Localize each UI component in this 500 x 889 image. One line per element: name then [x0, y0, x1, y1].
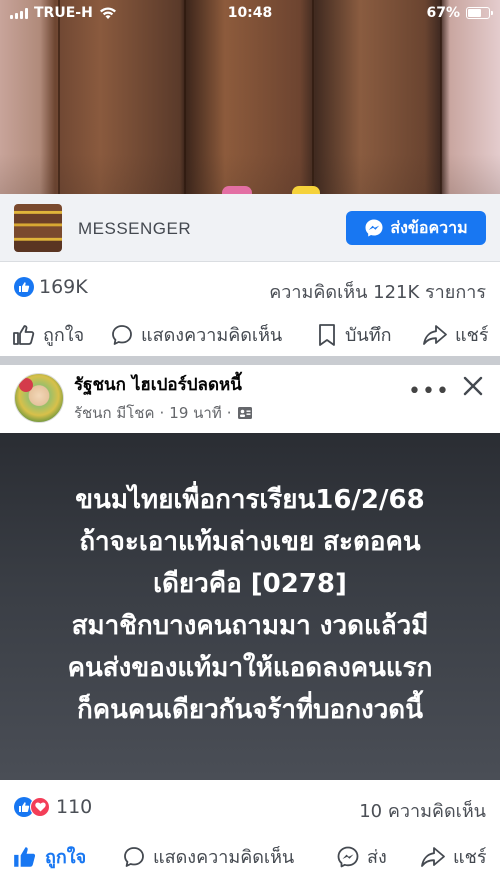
ad-thumbnail[interactable]	[14, 204, 62, 252]
post2-reaction-summary: 110 10 ความคิดเห็น	[0, 780, 500, 832]
like-reaction-icon	[14, 277, 34, 297]
post2-comment-button[interactable]: แสดงความคิดเห็น	[122, 842, 294, 871]
post1-share-button[interactable]: แชร์	[422, 320, 489, 349]
post2-text-card[interactable]: ขนมไทยเพื่อการเรียน16/2/68 ถ้าจะเอาแท้มล…	[0, 433, 500, 780]
post2-like-label: ถูกใจ	[45, 847, 87, 868]
love-reaction-icon	[30, 797, 50, 817]
status-bar: TRUE-H 10:48 67%	[0, 0, 500, 26]
post2-like-button[interactable]: ถูกใจ	[12, 842, 86, 871]
post1-like-label: ถูกใจ	[43, 325, 85, 346]
post2-author[interactable]: รัชนก มีโชค	[74, 401, 155, 425]
comment-bubble-icon	[112, 324, 132, 345]
more-options-icon[interactable]: •••	[408, 379, 450, 404]
feed-divider	[0, 356, 500, 365]
post2-share-button[interactable]: แชร์	[420, 842, 487, 871]
battery-fill	[468, 9, 481, 17]
post2-send-button[interactable]: ส่ง	[336, 842, 387, 871]
send-message-button[interactable]: ส่งข้อความ	[346, 211, 486, 245]
battery-icon	[466, 7, 493, 19]
share-arrow-icon	[423, 324, 447, 345]
comment-bubble-icon	[124, 846, 144, 867]
separator-dot: ·	[159, 404, 165, 422]
post1-share-label: แชร์	[455, 325, 489, 346]
bookmark-icon	[319, 323, 335, 346]
status-right: 67%	[426, 5, 493, 21]
post2-reaction-group[interactable]: 110	[14, 796, 92, 818]
share-arrow-icon	[421, 846, 445, 867]
pink-item	[222, 186, 252, 194]
post1-like-count-group[interactable]: 169K	[14, 276, 88, 298]
thumbs-up-filled-icon	[14, 846, 36, 867]
post1-save-label: บันทึก	[345, 325, 392, 346]
post1-comment-label: แสดงความคิดเห็น	[141, 325, 283, 346]
post1-comment-button[interactable]: แสดงความคิดเห็น	[110, 320, 282, 349]
post2-page-name[interactable]: รัฐชนก ไฮเปอร์ปลดหนี้	[74, 371, 242, 398]
audience-icon	[237, 407, 252, 419]
post1-save-button[interactable]: บันทึก	[316, 320, 392, 349]
post2-reaction-count: 110	[56, 796, 93, 818]
close-icon[interactable]	[460, 373, 486, 403]
post1-comment-summary[interactable]: ความคิดเห็น 121K รายการ	[269, 277, 486, 306]
thumbs-up-icon	[13, 324, 35, 345]
post2-share-label: แชร์	[453, 847, 487, 868]
post1-like-button[interactable]: ถูกใจ	[12, 320, 84, 349]
post2-send-label: ส่ง	[367, 847, 387, 868]
separator-dot: ·	[226, 404, 232, 422]
post2-byline: รัชนก มีโชค · 19 นาที ·	[74, 401, 253, 425]
post2-comment-summary[interactable]: 10 ความคิดเห็น	[359, 796, 486, 825]
post2-header: รัฐชนก ไฮเปอร์ปลดหนี้ รัชนก มีโชค · 19 น…	[0, 365, 500, 433]
page-avatar[interactable]	[14, 373, 64, 423]
post1-reaction-summary: 169K ความคิดเห็น 121K รายการ	[0, 262, 500, 310]
post1-action-bar: ถูกใจ แสดงความคิดเห็น บันทึก แชร์	[0, 310, 500, 356]
clock: 10:48	[227, 5, 273, 21]
send-message-label: ส่งข้อความ	[390, 217, 468, 237]
post1-like-count: 169K	[39, 276, 88, 298]
sponsor-label: MESSENGER	[78, 219, 192, 238]
post2-text: ขนมไทยเพื่อการเรียน16/2/68 ถ้าจะเอาแท้มล…	[67, 485, 433, 725]
messenger-cta-bar: MESSENGER ส่งข้อความ	[0, 194, 500, 262]
post-media-image[interactable]	[0, 0, 500, 194]
battery-percent: 67%	[426, 5, 460, 21]
post2-action-bar: ถูกใจ แสดงความคิดเห็น ส่ง แชร์	[0, 832, 500, 878]
messenger-icon	[365, 219, 383, 237]
messenger-outline-icon	[337, 846, 359, 867]
yellow-item	[292, 186, 320, 194]
post2-comment-label: แสดงความคิดเห็น	[153, 847, 295, 868]
post2-time[interactable]: 19 นาที	[169, 401, 221, 425]
